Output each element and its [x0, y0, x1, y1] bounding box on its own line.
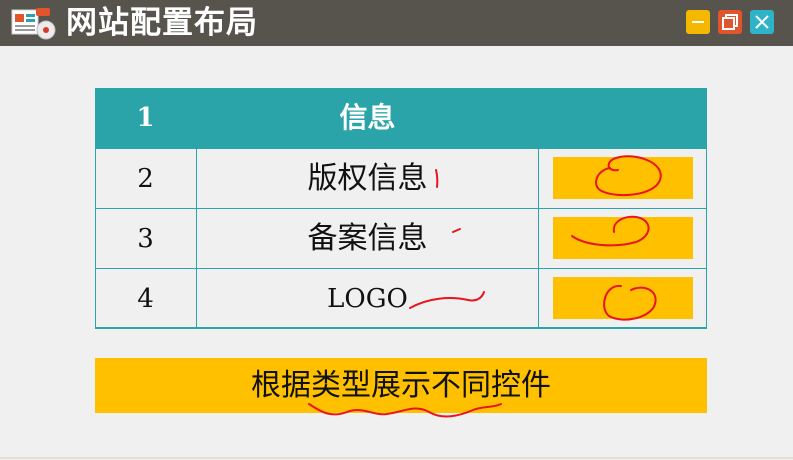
maximize-button[interactable]	[718, 10, 742, 34]
column-divider	[538, 88, 539, 328]
row-number: 2	[137, 164, 154, 194]
row-number: 3	[137, 224, 154, 254]
info-banner: 根据类型展示不同控件	[95, 358, 707, 413]
minimize-icon	[692, 21, 704, 23]
column-divider	[196, 88, 197, 328]
table-header-row: 1 信息	[95, 88, 707, 148]
row-label: 版权信息	[307, 161, 428, 196]
config-table: 1 信息 2 版权信息 3 备案信息 4 LOGO	[95, 88, 707, 329]
table-row: 3 备案信息	[95, 208, 707, 269]
row-label: LOGO	[327, 284, 408, 314]
window-title: 网站配置布局	[66, 5, 258, 41]
control-placeholder	[553, 217, 693, 259]
table-row: 4 LOGO	[95, 268, 707, 329]
app-icon	[11, 8, 56, 40]
bottom-divider	[0, 457, 793, 459]
control-placeholder	[553, 157, 693, 199]
row-number: 4	[137, 284, 154, 314]
header-label: 信息	[339, 101, 396, 134]
close-icon	[755, 15, 769, 29]
row-label: 备案信息	[307, 221, 428, 256]
close-button[interactable]	[750, 10, 774, 34]
table-row: 2 版权信息	[95, 148, 707, 209]
title-bar: 网站配置布局	[0, 0, 793, 46]
control-placeholder	[553, 277, 693, 319]
maximize-icon	[722, 14, 738, 30]
minimize-button[interactable]	[686, 10, 710, 34]
header-number: 1	[136, 103, 155, 133]
